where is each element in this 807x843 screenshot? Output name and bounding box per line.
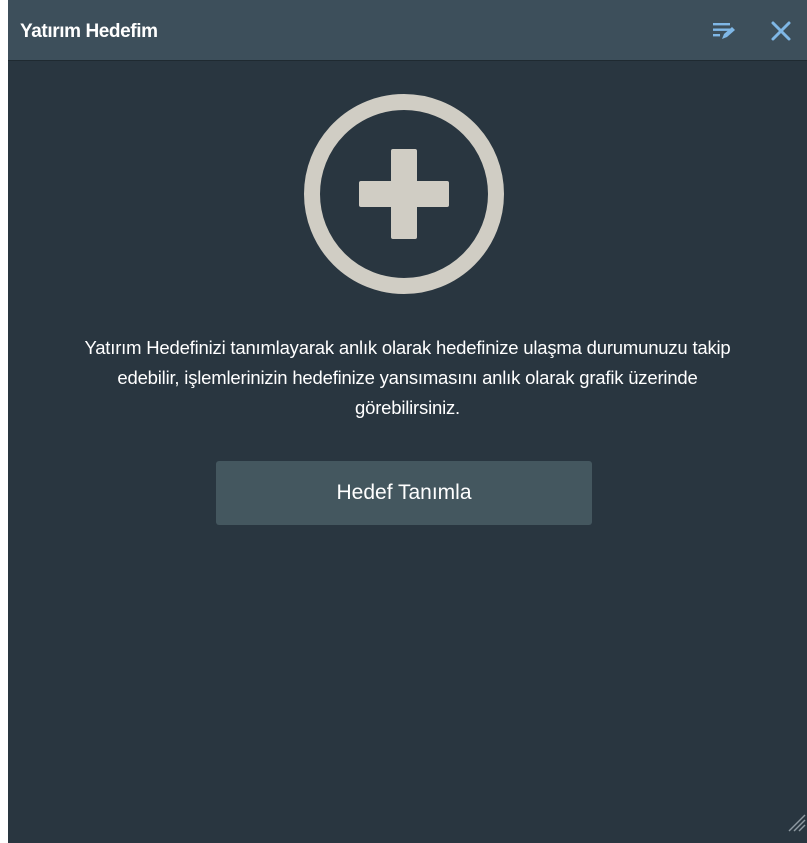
close-icon bbox=[771, 21, 791, 41]
window-title: Yatırım Hedefim bbox=[20, 21, 158, 42]
add-circle-icon bbox=[304, 94, 504, 294]
resize-grip-icon bbox=[788, 814, 806, 832]
close-button[interactable] bbox=[768, 18, 794, 44]
add-goal-icon-button[interactable] bbox=[303, 93, 505, 295]
investment-goal-panel: Yatırım Hedefim Yatırım Hedefinizi tanım… bbox=[8, 0, 807, 843]
edit-list-icon bbox=[713, 23, 735, 39]
empty-state-message: Yatırım Hedefinizi tanımlayarak anlık ol… bbox=[84, 337, 731, 418]
edit-list-button[interactable] bbox=[711, 18, 737, 44]
title-bar: Yatırım Hedefim bbox=[8, 0, 807, 61]
define-goal-button[interactable]: Hedef Tanımla bbox=[216, 461, 592, 525]
resize-handle[interactable] bbox=[786, 812, 806, 832]
